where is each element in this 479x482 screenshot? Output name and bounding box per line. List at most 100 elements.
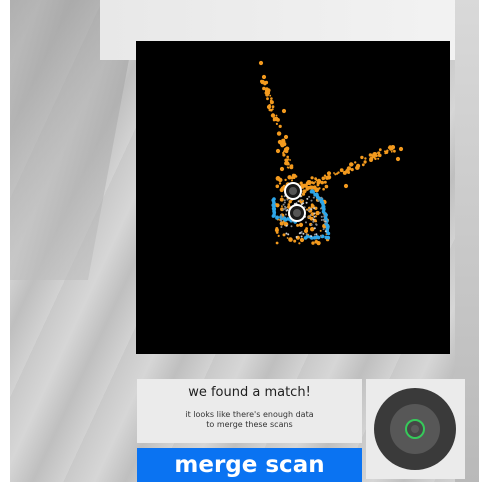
scan-a-point xyxy=(322,187,325,191)
scan-b-point xyxy=(326,231,331,236)
scan-interior-point xyxy=(324,221,327,224)
scan-interior-point xyxy=(286,198,289,201)
scan-a-point xyxy=(296,223,300,227)
scan-a-point xyxy=(383,150,386,153)
scan-a-point xyxy=(282,153,286,157)
scan-a-point xyxy=(377,157,380,160)
scan-interior-point xyxy=(280,213,282,216)
scan-a-point xyxy=(305,187,309,191)
scan-interior-point xyxy=(308,195,311,198)
scan-interior-point xyxy=(310,208,313,211)
scan-a-point xyxy=(275,148,281,154)
scan-interior-point xyxy=(312,218,315,221)
scan-interior-point xyxy=(313,215,316,218)
scan-a-point xyxy=(311,241,315,245)
scan-a-point xyxy=(280,141,284,145)
scan-a-point xyxy=(264,80,269,85)
scan-a-point xyxy=(299,181,303,185)
scan-a-point xyxy=(324,184,329,189)
scan-interior-point xyxy=(305,221,307,224)
scan-a-point xyxy=(369,158,373,162)
scan-a-point xyxy=(319,229,322,232)
scan-a-point xyxy=(286,166,289,169)
scan-interior-point xyxy=(281,216,284,219)
scan-interior-point xyxy=(280,219,283,222)
scan-a-point xyxy=(295,175,298,178)
scan-a-point xyxy=(278,177,283,183)
scan-a-point xyxy=(301,192,306,196)
scan-interior-point xyxy=(307,216,310,219)
scan-a-point xyxy=(286,159,289,162)
scan-interior-point xyxy=(285,232,288,235)
scan-a-point xyxy=(347,171,351,174)
scan-a-point xyxy=(342,170,347,175)
scan-a-point xyxy=(285,161,290,166)
scan-a-point xyxy=(283,147,288,152)
scan-a-point xyxy=(350,168,354,172)
merge-scan-button[interactable]: merge scan xyxy=(137,448,362,482)
scan-a-point xyxy=(308,185,311,189)
scan-a-point xyxy=(310,203,314,207)
scan-a-point xyxy=(289,159,291,161)
scan-interior-point xyxy=(286,209,289,211)
scan-b-position-marker xyxy=(288,204,306,222)
scan-a-point xyxy=(374,152,377,155)
scan-a-point xyxy=(275,114,278,117)
scan-a-point xyxy=(390,148,394,151)
scan-a-point xyxy=(333,172,335,174)
scan-interior-point xyxy=(283,201,286,204)
scan-a-point xyxy=(298,242,301,245)
scan-a-point xyxy=(360,155,364,160)
scan-interior-point xyxy=(310,223,313,226)
scan-interior-point xyxy=(323,215,326,218)
scan-a-point xyxy=(287,203,291,206)
scan-a-point xyxy=(277,234,280,237)
scan-map-view[interactable] xyxy=(136,41,450,354)
scan-a-point xyxy=(320,180,324,185)
scan-a-point xyxy=(279,166,285,172)
scan-a-point xyxy=(354,161,357,164)
scan-interior-point xyxy=(320,207,322,210)
scan-interior-point xyxy=(312,220,315,223)
shutter-panel xyxy=(366,379,465,479)
scan-a-point xyxy=(282,233,286,237)
scan-interior-point xyxy=(322,228,325,231)
scan-a-point xyxy=(315,179,318,182)
scan-a-point xyxy=(281,205,283,208)
scan-interior-point xyxy=(300,231,303,233)
scan-interior-point xyxy=(313,227,316,230)
scan-interior-point xyxy=(317,200,320,202)
match-description-line-1: it looks like there's enough data xyxy=(185,410,314,419)
scan-a-point xyxy=(321,176,326,181)
scan-a-point xyxy=(368,153,373,157)
scan-b-point xyxy=(319,198,324,202)
scan-interior-point xyxy=(318,211,321,214)
scan-interior-point xyxy=(312,196,315,199)
scan-a-point xyxy=(270,97,273,100)
capture-button[interactable] xyxy=(374,388,456,470)
scan-a-point xyxy=(260,79,264,83)
scan-a-point xyxy=(284,178,287,182)
scan-a-point xyxy=(310,176,314,180)
scan-interior-point xyxy=(287,233,290,236)
scan-a-point xyxy=(304,184,308,188)
match-description: it looks like there's enough data to mer… xyxy=(137,410,362,430)
scan-a-point xyxy=(281,108,287,114)
scan-a-point xyxy=(288,237,293,242)
scan-a-point xyxy=(271,105,275,109)
scan-a-point xyxy=(261,74,267,80)
scan-interior-point xyxy=(282,203,285,206)
scan-a-point xyxy=(316,183,320,187)
scan-a-point xyxy=(288,200,292,204)
scan-a-position-marker xyxy=(284,182,302,200)
scan-interior-point xyxy=(320,215,323,218)
scan-a-point xyxy=(361,163,365,167)
capture-icon-center xyxy=(411,425,419,433)
scan-a-point xyxy=(303,228,309,234)
scan-interior-point xyxy=(313,207,316,210)
scan-a-point xyxy=(283,134,289,140)
scan-interior-point xyxy=(320,219,323,221)
scan-a-point xyxy=(299,237,305,243)
match-found-card: we found a match! it looks like there's … xyxy=(137,379,362,443)
scan-a-point xyxy=(390,150,393,153)
